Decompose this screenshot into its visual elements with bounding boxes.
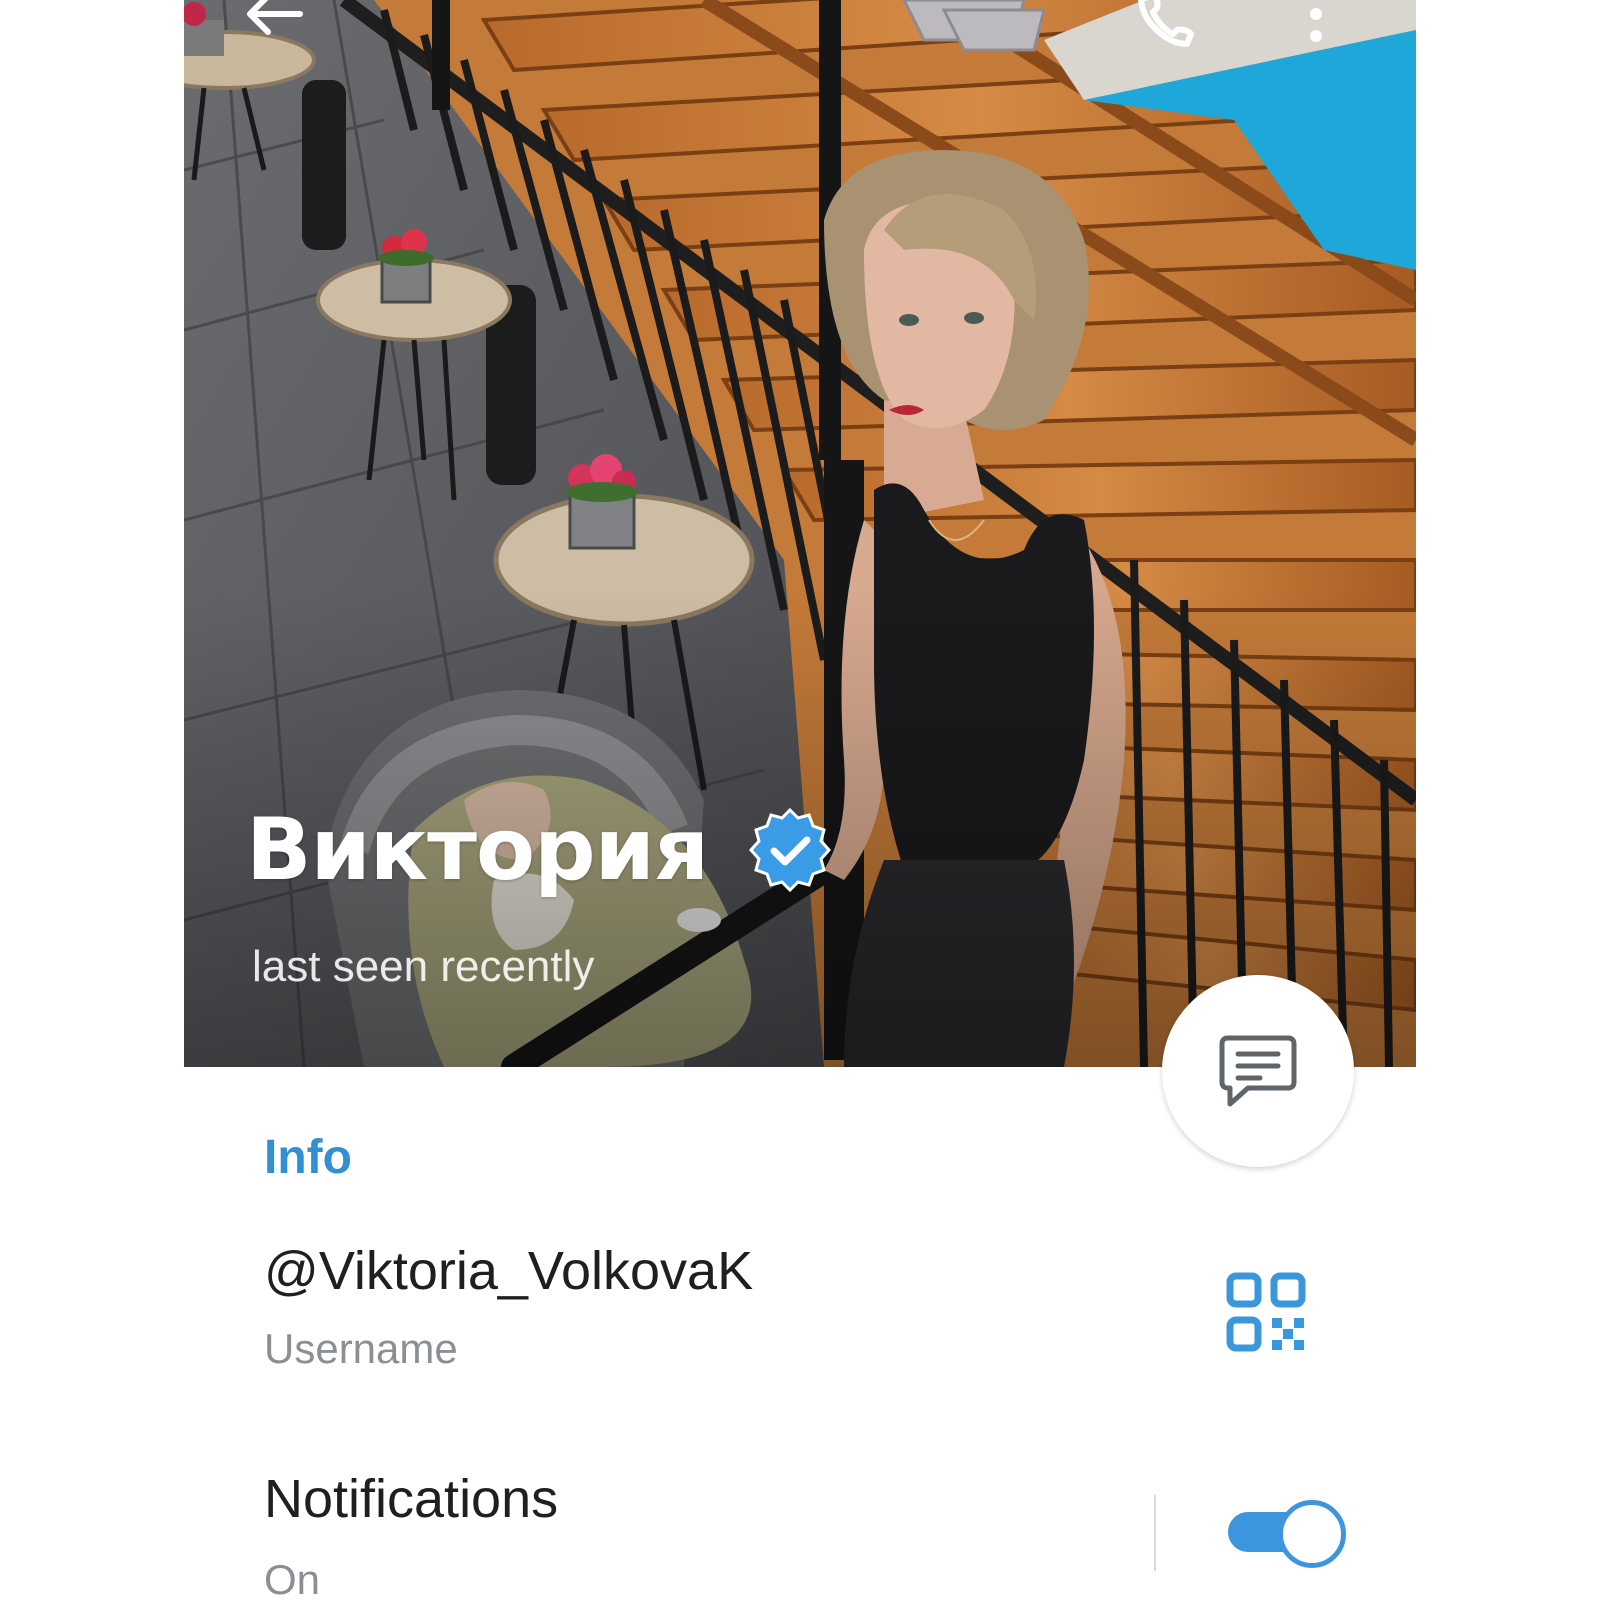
notifications-toggle[interactable] <box>1228 1500 1346 1568</box>
call-button[interactable] <box>1128 0 1208 56</box>
message-icon <box>1219 1035 1297 1107</box>
row-divider <box>1154 1495 1156 1571</box>
notifications-status: On <box>264 1556 321 1600</box>
arrow-left-icon <box>247 0 303 35</box>
notifications-title[interactable]: Notifications <box>264 1468 558 1530</box>
photo-scene <box>184 0 1416 1067</box>
profile-screen: Виктория last seen recently Info @Viktor… <box>184 0 1416 1600</box>
toggle-knob <box>1278 1500 1346 1568</box>
last-seen-status: last seen recently <box>252 942 595 991</box>
back-button[interactable] <box>234 0 314 56</box>
profile-name-row: Виктория <box>246 800 832 900</box>
info-section-title: Info <box>264 1131 352 1184</box>
username-value[interactable]: @Viktoria_VolkovaK <box>264 1240 753 1302</box>
profile-name: Виктория <box>246 800 709 900</box>
username-label: Username <box>264 1325 458 1372</box>
qr-code-button[interactable] <box>1224 1270 1308 1354</box>
more-vertical-icon <box>1310 8 1322 42</box>
message-button[interactable] <box>1162 975 1354 1167</box>
profile-photo[interactable]: Виктория last seen recently <box>184 0 1416 1067</box>
qr-code-icon <box>1226 1272 1306 1352</box>
more-options-button[interactable] <box>1276 0 1356 56</box>
verified-badge-icon <box>749 808 832 892</box>
phone-icon <box>1138 0 1194 47</box>
